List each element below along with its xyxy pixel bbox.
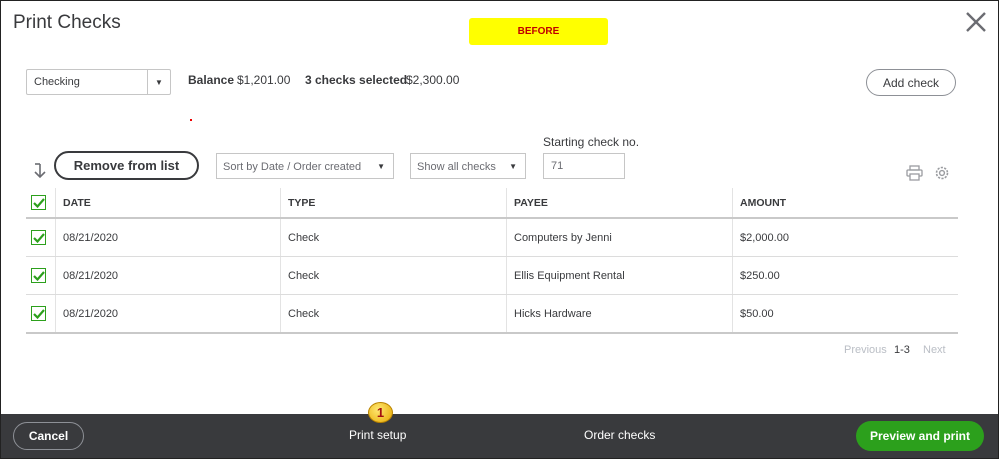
starting-check-input[interactable]: 71 [543,153,625,179]
step-badge: 1 [368,402,393,423]
col-header-type[interactable]: TYPE [288,188,315,217]
cell-type: Check [288,269,320,282]
cell-amount: $2,000.00 [740,231,789,244]
filter-select[interactable]: Show all checks ▼ [410,153,526,179]
balance-label: Balance [188,73,235,87]
close-icon[interactable] [963,9,989,35]
cell-date: 08/21/2020 [63,269,119,282]
cell-payee: Ellis Equipment Rental [514,269,625,282]
account-select-value: Checking [34,76,80,88]
pagination-previous[interactable]: Previous [844,344,887,356]
page-title: Print Checks [13,12,121,33]
row-checkbox[interactable] [31,268,46,283]
before-label: BEFORE [469,18,608,45]
table-row[interactable]: 08/21/2020 Check Computers by Jenni $2,0… [26,219,958,257]
checkmark-icon [32,232,45,243]
selected-total: $2,300.00 [406,73,460,87]
chevron-down-icon[interactable]: ▼ [147,70,170,94]
checkmark-icon [32,308,45,319]
pagination-next[interactable]: Next [923,344,946,356]
remove-from-list-button[interactable]: Remove from list [54,151,199,180]
filter-select-value: Show all checks [417,161,496,173]
gear-icon[interactable] [933,164,951,182]
table-row[interactable]: 08/21/2020 Check Hicks Hardware $50.00 [26,295,958,334]
selected-count: 3 checks selected [305,73,408,87]
col-header-amount[interactable]: AMOUNT [740,188,786,217]
red-dot-mark [190,119,192,121]
table-header-row: DATE TYPE PAYEE AMOUNT [26,188,958,219]
starting-check-label: Starting check no. [543,135,640,149]
preview-and-print-button[interactable]: Preview and print [856,421,984,451]
cell-amount: $50.00 [740,307,774,320]
sort-select[interactable]: Sort by Date / Order created ▼ [216,153,394,179]
print-setup-link[interactable]: Print setup [349,428,406,442]
checkmark-icon [32,270,45,281]
balance-value: $1,201.00 [237,73,291,87]
account-select[interactable]: Checking ▼ [26,69,171,95]
cell-payee: Computers by Jenni [514,231,612,244]
table-row[interactable]: 08/21/2020 Check Ellis Equipment Rental … [26,257,958,295]
row-checkbox[interactable] [31,230,46,245]
cell-payee: Hicks Hardware [514,307,592,320]
row-checkbox[interactable] [31,306,46,321]
sort-select-value: Sort by Date / Order created [223,161,362,173]
checks-table: DATE TYPE PAYEE AMOUNT 08/21/2020 Check … [26,188,958,334]
cell-amount: $250.00 [740,269,780,282]
print-checks-dialog: Print Checks BEFORE Checking ▼ Balance $… [0,0,999,459]
col-header-date[interactable]: DATE [63,188,91,217]
cell-type: Check [288,231,320,244]
footer-bar: Cancel Print setup Order checks Preview … [1,414,998,458]
cell-type: Check [288,307,320,320]
pagination-range: 1-3 [894,344,910,356]
chevron-down-icon: ▼ [509,162,517,171]
cell-date: 08/21/2020 [63,307,119,320]
cell-date: 08/21/2020 [63,231,119,244]
printer-icon[interactable] [906,165,923,181]
sort-arrow-icon[interactable] [34,163,46,183]
cancel-button[interactable]: Cancel [13,422,84,450]
add-check-button[interactable]: Add check [866,69,956,96]
order-checks-link[interactable]: Order checks [584,428,655,442]
checkmark-icon [32,197,45,208]
chevron-down-icon: ▼ [377,162,385,171]
col-header-payee[interactable]: PAYEE [514,188,548,217]
select-all-checkbox[interactable] [31,195,46,210]
